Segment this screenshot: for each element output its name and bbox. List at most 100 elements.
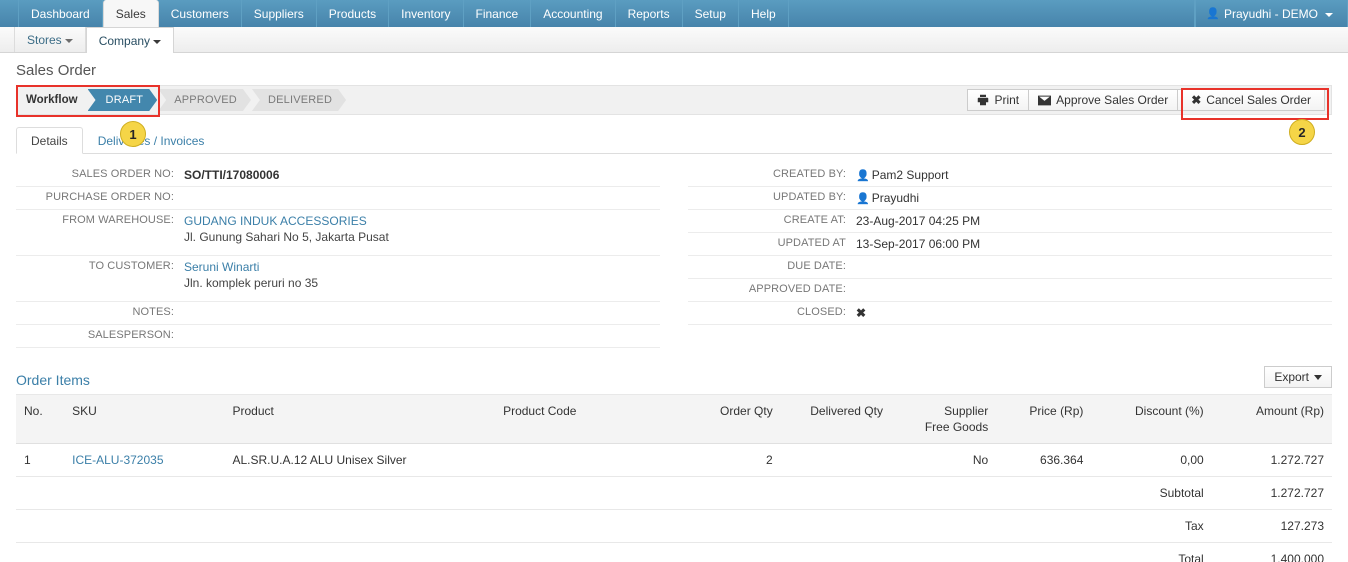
table-head: No. SKU Product Product Code Order Qty D… bbox=[16, 393, 1332, 445]
total-label: Total bbox=[1091, 542, 1212, 562]
col-product-code: Product Code bbox=[495, 393, 681, 445]
field-purchase-order-no: PURCHASE ORDER NO: bbox=[16, 187, 660, 210]
nav-item-finance[interactable]: Finance bbox=[464, 0, 532, 27]
tax-value: 127.273 bbox=[1211, 509, 1332, 544]
workflow-step-draft[interactable]: DRAFT bbox=[88, 89, 158, 111]
order-items-title: Order Items bbox=[16, 372, 90, 388]
subnav-label: Company bbox=[98, 33, 151, 48]
nav-label: Customers bbox=[170, 6, 229, 21]
field-value: Seruni Winarti Jln. komplek peruri no 35 bbox=[184, 256, 660, 294]
nav-item-dashboard[interactable]: Dashboard bbox=[18, 0, 103, 27]
user-menu[interactable]: 👤 Prayudhi - DEMO bbox=[1195, 0, 1348, 27]
closed-status-icon: ✖ bbox=[856, 306, 867, 320]
warehouse-link[interactable]: GUDANG INDUK ACCESSORIES bbox=[184, 214, 660, 228]
field-value: 👤 Pam2 Support bbox=[856, 164, 1332, 186]
subnav-item-stores[interactable]: Stores bbox=[14, 27, 86, 52]
created-by-name: Pam2 Support bbox=[871, 168, 949, 182]
subtotal-value: 1.272.727 bbox=[1211, 476, 1332, 511]
printer-icon bbox=[978, 94, 989, 106]
page-title: Sales Order bbox=[16, 62, 97, 79]
customer-link[interactable]: Seruni Winarti bbox=[184, 260, 660, 274]
workflow-toolbar: Workflow DRAFT APPROVED DELIVERED Print … bbox=[16, 85, 1332, 120]
table-row[interactable]: 1 ICE-ALU-372035 AL.SR.U.A.12 ALU Unisex… bbox=[16, 443, 1332, 478]
field-label: CREATE AT: bbox=[783, 214, 846, 226]
field-label: PURCHASE ORDER NO: bbox=[45, 191, 174, 203]
field-value: 23-Aug-2017 04:25 PM bbox=[856, 214, 981, 228]
detail-tabs: Details Deliveries / Invoices bbox=[16, 127, 1332, 154]
annotation-marker-number: 2 bbox=[1298, 124, 1306, 140]
close-icon: ✖ bbox=[1191, 93, 1202, 107]
workflow-steps-group: Workflow DRAFT APPROVED DELIVERED bbox=[16, 85, 347, 117]
cell-delivered-qty bbox=[780, 443, 891, 478]
field-value: SO/TTI/17080006 bbox=[184, 168, 280, 182]
workflow-step-label: DELIVERED bbox=[267, 94, 333, 106]
field-value: GUDANG INDUK ACCESSORIES Jl. Gunung Saha… bbox=[184, 210, 660, 248]
nav-item-accounting[interactable]: Accounting bbox=[531, 0, 616, 27]
cell-sku: ICE-ALU-372035 bbox=[64, 443, 225, 478]
field-label: DUE DATE: bbox=[787, 260, 846, 272]
nav-item-customers[interactable]: Customers bbox=[159, 0, 242, 27]
nav-label: Inventory bbox=[401, 6, 451, 21]
cancel-sales-order-button[interactable]: ✖ Cancel Sales Order bbox=[1178, 89, 1325, 111]
nav-label: Suppliers bbox=[253, 6, 304, 21]
field-value bbox=[184, 187, 660, 202]
col-product: Product bbox=[224, 393, 496, 445]
col-no: No. bbox=[16, 393, 65, 445]
subtotal-row: Subtotal 1.272.727 bbox=[16, 476, 1332, 511]
annotation-marker-number: 1 bbox=[129, 126, 137, 142]
col-amount: Amount (Rp) bbox=[1211, 393, 1332, 445]
subnav-item-company[interactable]: Company bbox=[85, 27, 175, 53]
order-items-header: Order Items Export bbox=[16, 366, 1332, 388]
cell-supplier-free-goods: No bbox=[890, 443, 997, 478]
main-navigation-bar: Dashboard Sales Customers Suppliers Prod… bbox=[0, 0, 1348, 27]
cell-price: 636.364 bbox=[996, 443, 1092, 478]
detail-column-right: CREATED BY: 👤 Pam2 Support UPDATED BY: 👤 P… bbox=[674, 164, 1332, 348]
nav-item-sales[interactable]: Sales bbox=[102, 0, 159, 27]
workflow-step-delivered[interactable]: DELIVERED bbox=[252, 89, 346, 111]
total-value: 1.400.000 bbox=[1211, 542, 1332, 562]
workflow-label: Workflow bbox=[26, 94, 78, 106]
field-value bbox=[856, 256, 1332, 271]
cell-product: AL.SR.U.A.12 ALU Unisex Silver bbox=[224, 443, 496, 478]
tab-deliveries-invoices[interactable]: Deliveries / Invoices bbox=[83, 127, 220, 154]
nav-item-help[interactable]: Help bbox=[739, 0, 789, 27]
field-label: FROM WAREHOUSE: bbox=[62, 214, 174, 226]
user-icon: 👤 bbox=[856, 193, 870, 205]
sku-link[interactable]: ICE-ALU-372035 bbox=[72, 453, 163, 467]
field-closed: CLOSED: ✖ bbox=[688, 302, 1332, 325]
cell-order-qty: 2 bbox=[680, 443, 781, 478]
print-button[interactable]: Print bbox=[967, 89, 1030, 111]
order-items-table: No. SKU Product Product Code Order Qty D… bbox=[16, 393, 1332, 562]
field-value: 13-Sep-2017 06:00 PM bbox=[856, 237, 981, 251]
nav-item-inventory[interactable]: Inventory bbox=[389, 0, 464, 27]
nav-item-reports[interactable]: Reports bbox=[616, 0, 683, 27]
nav-label: Sales bbox=[115, 6, 146, 21]
field-label: UPDATED AT bbox=[777, 237, 846, 249]
col-discount: Discount (%) bbox=[1091, 393, 1212, 445]
export-button[interactable]: Export bbox=[1264, 366, 1332, 388]
nav-spacer bbox=[789, 0, 1196, 27]
field-value bbox=[184, 325, 660, 340]
field-label: NOTES: bbox=[132, 306, 174, 318]
field-salesperson: SALESPERSON: bbox=[16, 325, 660, 348]
nav-item-products[interactable]: Products bbox=[317, 0, 390, 27]
spacer-cell bbox=[16, 509, 1092, 544]
detail-fields: SALES ORDER NO: SO/TTI/17080006 PURCHASE… bbox=[16, 154, 1332, 348]
col-delivered-qty: Delivered Qty bbox=[780, 393, 891, 445]
field-value: 👤 Prayudhi bbox=[856, 187, 1332, 209]
nav-label: Finance bbox=[475, 6, 519, 21]
nav-item-suppliers[interactable]: Suppliers bbox=[242, 0, 317, 27]
workflow-step-approved[interactable]: APPROVED bbox=[158, 89, 251, 111]
nav-item-setup[interactable]: Setup bbox=[683, 0, 739, 27]
field-sales-order-no: SALES ORDER NO: SO/TTI/17080006 bbox=[16, 164, 660, 187]
field-approved-date: APPROVED DATE: bbox=[688, 279, 1332, 302]
chevron-down-icon bbox=[153, 39, 162, 44]
tab-details[interactable]: Details bbox=[16, 127, 83, 154]
nav-label: Dashboard bbox=[31, 6, 90, 21]
print-button-label: Print bbox=[994, 93, 1020, 107]
approve-sales-order-button[interactable]: Approve Sales Order bbox=[1029, 89, 1179, 111]
secondary-navigation-bar: Stores Company bbox=[0, 27, 1348, 53]
field-created-by: CREATED BY: 👤 Pam2 Support bbox=[688, 164, 1332, 187]
chevron-down-icon bbox=[64, 38, 73, 43]
cell-no: 1 bbox=[16, 443, 65, 478]
